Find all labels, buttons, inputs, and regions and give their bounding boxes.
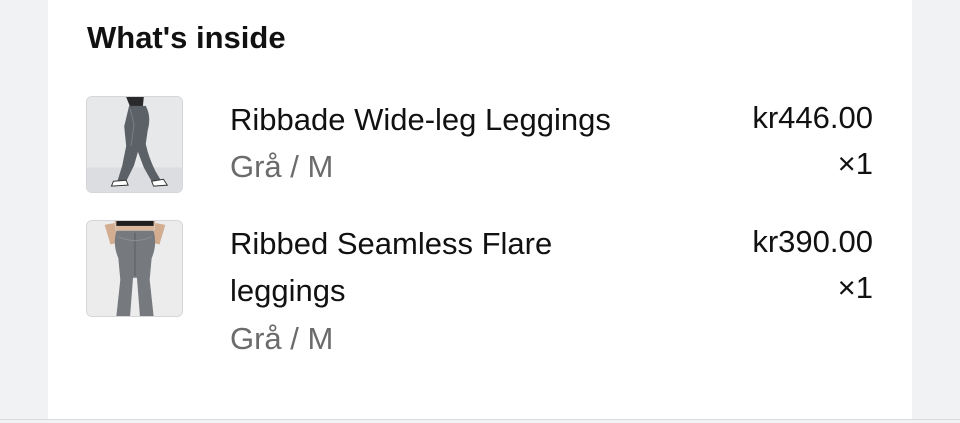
item-name[interactable]: Ribbed Seamless Flare leggings (230, 220, 660, 314)
section-title: What's inside (87, 20, 286, 55)
product-photo-icon (87, 221, 182, 316)
order-items-panel: What's inside Ribbade Wide-leg Leggings … (48, 0, 912, 419)
product-photo-icon (87, 97, 182, 192)
divider (0, 419, 960, 420)
item-price: kr390.00 (752, 224, 873, 259)
item-name[interactable]: Ribbade Wide-leg Leggings (230, 96, 660, 143)
item-price: kr446.00 (752, 100, 873, 135)
item-variant: Grå / M (230, 321, 334, 356)
product-thumbnail[interactable] (86, 96, 183, 193)
item-quantity: ×1 (837, 146, 873, 181)
product-thumbnail[interactable] (86, 220, 183, 317)
item-quantity: ×1 (837, 270, 873, 305)
item-variant: Grå / M (230, 149, 334, 184)
